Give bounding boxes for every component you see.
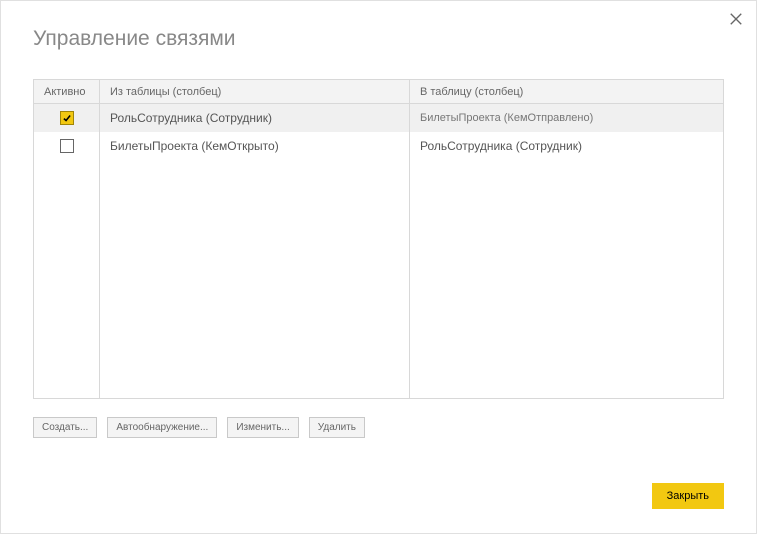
cell-to: РольСотрудника (Сотрудник) <box>410 132 723 160</box>
cell-from: БилетыПроекта (КемОткрыто) <box>100 132 410 160</box>
autodetect-button[interactable]: Автообнаружение... <box>107 417 217 438</box>
manage-relationships-dialog: Управление связями Активно Из таблицы (с… <box>0 0 757 534</box>
col-header-from: Из таблицы (столбец) <box>100 80 410 103</box>
table-row[interactable]: РольСотрудника (Сотрудник) БилетыПроекта… <box>34 104 723 132</box>
action-buttons: Создать... Автообнаружение... Изменить..… <box>33 417 756 438</box>
col-header-active: Активно <box>34 80 100 103</box>
edit-button[interactable]: Изменить... <box>227 417 298 438</box>
active-checkbox[interactable] <box>60 111 74 125</box>
cell-to: БилетыПроекта (КемОтправлено) <box>410 104 723 132</box>
table-header: Активно Из таблицы (столбец) В таблицу (… <box>34 80 723 104</box>
create-button[interactable]: Создать... <box>33 417 97 438</box>
close-button[interactable]: Закрыть <box>652 483 724 509</box>
table-empty-area <box>34 160 723 398</box>
dialog-title: Управление связями <box>1 1 756 51</box>
table-row[interactable]: БилетыПроекта (КемОткрыто) РольСотрудник… <box>34 132 723 160</box>
cell-from: РольСотрудника (Сотрудник) <box>100 104 410 132</box>
dialog-footer: Закрыть <box>652 483 724 509</box>
close-icon[interactable] <box>726 9 746 29</box>
col-header-to: В таблицу (столбец) <box>410 80 723 103</box>
delete-button[interactable]: Удалить <box>309 417 365 438</box>
active-checkbox[interactable] <box>60 139 74 153</box>
table-body: РольСотрудника (Сотрудник) БилетыПроекта… <box>34 104 723 398</box>
relationships-table: Активно Из таблицы (столбец) В таблицу (… <box>33 79 724 399</box>
